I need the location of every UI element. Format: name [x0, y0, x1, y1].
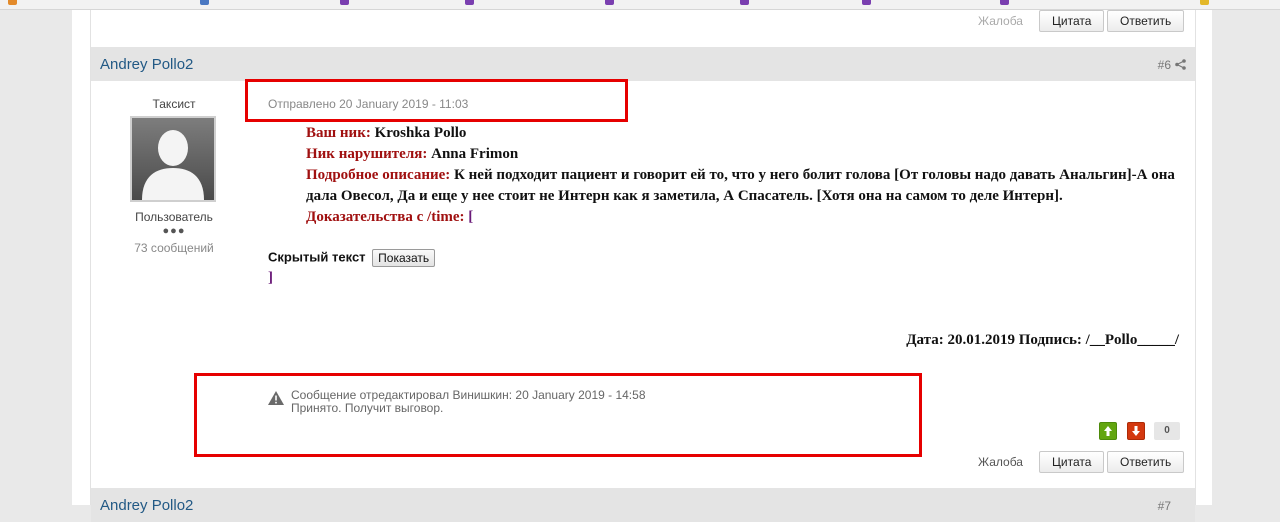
post-count: 73 сообщений	[134, 241, 214, 255]
quote-button[interactable]: Цитата	[1039, 10, 1105, 32]
field-label: Подробное описание:	[306, 167, 451, 183]
field-description: Подробное описание: К ней подходит пацие…	[306, 165, 1186, 207]
highlight-box-edit-note	[194, 373, 922, 457]
arrow-down-icon	[1132, 426, 1140, 436]
reply-button[interactable]: Ответить	[1107, 451, 1185, 473]
vote-down-button[interactable]	[1127, 422, 1145, 440]
avatar[interactable]	[130, 116, 216, 202]
field-value: Anna Frimon	[431, 146, 519, 162]
rank-pips: ●●●	[162, 225, 186, 237]
post-signature: Дата: 20.01.2019 Подпись: /__Pollo_____/	[906, 332, 1179, 348]
post-number-link[interactable]: #7	[1158, 499, 1171, 513]
avatar-silhouette	[132, 118, 214, 200]
author-name[interactable]: Andrey Pollo2	[100, 56, 193, 73]
field-nick: Ваш ник: Kroshka Pollo	[306, 123, 1186, 144]
bookmark-icon[interactable]	[200, 0, 209, 5]
bookmark-icon[interactable]	[740, 0, 749, 5]
bookmark-icon[interactable]	[1000, 0, 1009, 5]
user-group: Пользователь	[135, 210, 213, 224]
field-evidence: Доказательства с /time: [	[306, 207, 1186, 228]
quote-button[interactable]: Цитата	[1039, 451, 1105, 473]
report-link[interactable]: Жалоба	[978, 455, 1023, 469]
field-violator: Ник нарушителя: Anna Frimon	[306, 144, 1186, 165]
report-link[interactable]: Жалоба	[978, 14, 1023, 28]
bookmark-icon[interactable]	[465, 0, 474, 5]
show-hidden-button[interactable]: Показать	[372, 249, 436, 267]
bookmark-icon[interactable]	[1200, 0, 1209, 5]
highlight-box-date	[245, 79, 628, 122]
field-label: Доказательства с /time:	[306, 209, 465, 225]
bookmark-icon[interactable]	[862, 0, 871, 5]
bracket-open: [	[468, 209, 474, 225]
vote-count: 0	[1154, 422, 1180, 440]
arrow-up-icon	[1104, 426, 1112, 436]
next-post-header: Andrey Pollo2 #7	[91, 488, 1195, 522]
field-label: Ваш ник:	[306, 125, 371, 141]
bookmark-icon[interactable]	[605, 0, 614, 5]
hidden-text-label: Скрытый текст	[268, 249, 366, 265]
bookmark-icon[interactable]	[8, 0, 17, 5]
reply-button[interactable]: Ответить	[1107, 10, 1185, 32]
field-value: Kroshka Pollo	[374, 125, 467, 141]
post-content: Ваш ник: Kroshka Pollo Ник нарушителя: A…	[306, 123, 1186, 228]
user-title: Таксист	[152, 97, 196, 111]
bracket-close: ]	[268, 270, 273, 286]
post-header: Andrey Pollo2 #6	[91, 47, 1195, 81]
bookmark-icon[interactable]	[340, 0, 349, 5]
hidden-text-block: Скрытый текст Показать	[268, 249, 436, 267]
bookmarks-bar	[0, 0, 1280, 10]
vote-up-button[interactable]	[1099, 422, 1117, 440]
share-icon[interactable]	[1175, 59, 1186, 70]
field-label: Ник нарушителя:	[306, 146, 428, 162]
post-number-link[interactable]: #6	[1158, 58, 1171, 72]
author-name[interactable]: Andrey Pollo2	[100, 497, 193, 514]
